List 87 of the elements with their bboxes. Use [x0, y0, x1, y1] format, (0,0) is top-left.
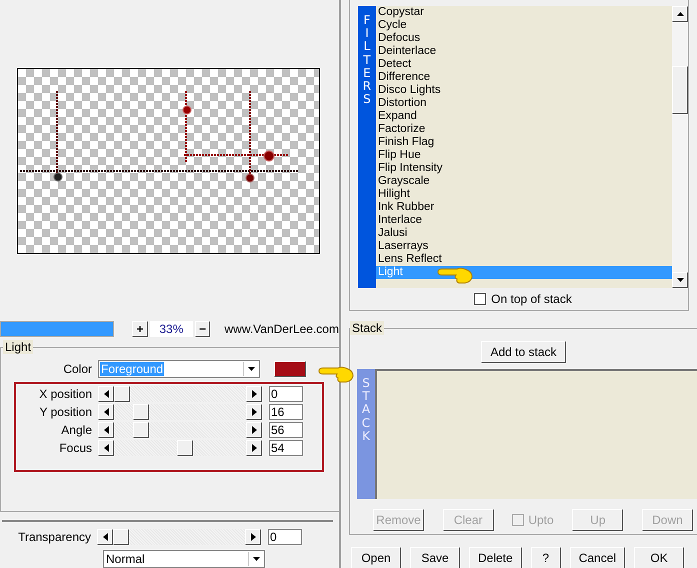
value-field[interactable]: 16 [269, 404, 303, 420]
checkbox[interactable] [474, 293, 486, 305]
filter-item[interactable]: Flip Intensity [376, 162, 672, 175]
slider-thumb[interactable] [176, 440, 193, 456]
dialog-button[interactable]: Save [410, 547, 460, 568]
filter-item[interactable]: Grayscale [376, 175, 672, 188]
right-arrow-button[interactable] [246, 386, 262, 402]
website-link[interactable]: www.VanDerLee.com [224, 322, 339, 336]
pointing-hand-icon [437, 266, 473, 284]
stack-strip: STACK [357, 369, 375, 499]
filter-item[interactable]: Ink Rubber [376, 201, 672, 214]
right-arrow-button[interactable] [245, 529, 261, 545]
add-to-stack-button[interactable]: Add to stack [481, 341, 566, 363]
filter-item[interactable]: Factorize [376, 123, 672, 136]
color-label: Color [62, 362, 93, 376]
down-triangle-icon [676, 278, 684, 282]
slider-label: Angle [60, 423, 93, 437]
left-arrow-button[interactable] [98, 422, 114, 438]
value-field[interactable]: 56 [269, 422, 303, 438]
value-field[interactable]: 0 [269, 386, 303, 402]
slider-label: Focus [58, 441, 93, 455]
left-arrow-button[interactable] [98, 404, 114, 420]
filters-strip: FILTERS [358, 6, 376, 288]
zoom-value: 33% [150, 321, 193, 337]
filter-item[interactable]: Copystar [376, 6, 672, 19]
slider-thumb[interactable] [132, 422, 149, 438]
filter-item[interactable]: Distortion [376, 97, 672, 110]
group-title: Light [3, 340, 34, 354]
scroll-up-button[interactable] [672, 6, 688, 22]
slider-thumb[interactable] [132, 404, 149, 420]
left-arrow-button[interactable] [98, 440, 114, 456]
filter-item[interactable]: Expand [376, 110, 672, 123]
dialog-button[interactable]: Cancel [570, 547, 626, 568]
right-arrow-button[interactable] [246, 422, 262, 438]
filter-item[interactable]: Flip Hue [376, 149, 672, 162]
color-swatch[interactable] [274, 361, 306, 377]
right-arrow-button[interactable] [246, 440, 262, 456]
zoom-out-button[interactable]: − [194, 321, 210, 337]
filter-item[interactable]: Interlace [376, 214, 672, 227]
right-arrow-button[interactable] [246, 404, 262, 420]
left-triangle-icon [104, 390, 108, 398]
group-title: Stack [350, 321, 384, 335]
pointing-hand-icon [318, 365, 354, 383]
stack-list[interactable] [375, 369, 697, 499]
slider-label: Y position [38, 405, 93, 419]
filter-item[interactable]: Deinterlace [376, 45, 672, 58]
slider-label: Transparency [17, 530, 92, 544]
left-arrow-button[interactable] [97, 529, 113, 545]
right-triangle-icon [252, 426, 256, 434]
filter-item[interactable]: Laserrays [376, 240, 672, 253]
down-triangle-icon [248, 367, 255, 371]
down-triangle-icon [253, 557, 260, 561]
filter-item[interactable]: Cycle [376, 19, 672, 32]
filter-item[interactable]: Disco Lights [376, 84, 672, 97]
filter-item[interactable]: Defocus [376, 32, 672, 45]
value-field[interactable]: 0 [268, 529, 302, 545]
filter-item[interactable]: Hilight [376, 188, 672, 201]
slider-label: X position [38, 387, 93, 401]
filter-item[interactable]: Detect [376, 58, 672, 71]
zoom-in-button[interactable]: + [132, 321, 148, 337]
slider-thumb[interactable] [114, 386, 130, 402]
filter-item[interactable]: Lens Reflect [376, 253, 672, 266]
left-triangle-icon [102, 533, 108, 541]
dialog-button[interactable]: OK [634, 547, 684, 568]
right-triangle-icon [252, 444, 256, 452]
dialog-button[interactable]: Open [351, 547, 401, 568]
left-triangle-icon [104, 444, 108, 452]
value-field[interactable]: 54 [269, 440, 303, 456]
right-triangle-icon [250, 533, 256, 541]
filter-item[interactable]: Finish Flag [376, 136, 672, 149]
scrollbar[interactable] [672, 6, 688, 288]
checkbox-label: On top of stack [491, 292, 572, 306]
right-triangle-icon [252, 390, 256, 398]
scroll-down-button[interactable] [672, 272, 688, 288]
filter-item[interactable]: Jalusi [376, 227, 672, 240]
filter-item[interactable]: Difference [376, 71, 672, 84]
left-triangle-icon [104, 426, 108, 434]
blend-mode-dropdown[interactable]: Normal [103, 550, 265, 568]
slider-thumb[interactable] [113, 529, 129, 545]
dialog-button[interactable]: ? [530, 547, 561, 568]
dialog-button[interactable]: Delete [469, 547, 522, 568]
left-triangle-icon [104, 408, 108, 416]
left-arrow-button[interactable] [98, 386, 114, 402]
scrollbar-thumb[interactable] [672, 66, 688, 114]
right-triangle-icon [252, 408, 256, 416]
checkbox-label: Upto [528, 513, 554, 527]
up-triangle-icon [676, 12, 684, 16]
